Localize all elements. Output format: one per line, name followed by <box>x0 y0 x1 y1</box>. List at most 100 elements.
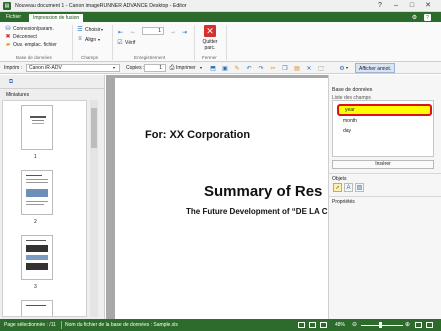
thumbnails-tab-icon[interactable]: ⧉ <box>8 79 14 85</box>
image-icon[interactable]: ▨ <box>355 183 364 192</box>
chevron-down-icon[interactable]: ▾ <box>200 65 202 70</box>
view-single-icon[interactable] <box>298 322 305 328</box>
view-double-icon[interactable] <box>309 322 316 328</box>
zoom-in-icon[interactable]: ⊕ <box>405 321 410 328</box>
divider <box>112 25 113 60</box>
printer-select[interactable]: Canon iR-ADV <box>26 64 120 72</box>
undo-icon[interactable]: ↶ <box>246 65 252 72</box>
field-list[interactable]: year month day <box>332 100 434 157</box>
close-window-button[interactable]: ✕ <box>423 2 433 10</box>
scrollbar-thumb[interactable] <box>91 108 97 148</box>
scissors-icon[interactable]: ✂ <box>270 65 276 72</box>
divider <box>72 25 73 60</box>
document-area: For: XX Corporation Summary of Res The F… <box>106 75 328 319</box>
copy-icon[interactable]: ❐ <box>282 65 288 72</box>
document-subtitle: The Future Development of “DE LA C <box>186 207 328 216</box>
text-icon[interactable]: A <box>344 183 353 192</box>
thumbnail-page-2[interactable] <box>21 170 53 215</box>
fit-page-icon[interactable] <box>415 322 422 328</box>
tab-impression-de-fusion[interactable]: Impression de fusion <box>28 13 85 22</box>
copies-input[interactable]: 1 <box>144 64 166 72</box>
choose-field-icon: ☰ <box>77 26 83 33</box>
thumbnail-table <box>26 263 48 270</box>
edit-icon[interactable]: ✎ <box>234 65 240 72</box>
thumbnail-list[interactable]: 1 2 3 <box>2 100 87 317</box>
help-icon[interactable]: ? <box>424 14 431 21</box>
group-label-close: Fermer <box>202 55 217 60</box>
divider <box>61 321 62 329</box>
chevron-down-icon[interactable]: ▾ <box>101 27 103 32</box>
properties-label: Propriétés <box>332 199 355 205</box>
text-line <box>26 204 44 205</box>
chevron-down-icon[interactable]: ▾ <box>98 37 100 42</box>
print-button[interactable]: Imprimer <box>176 65 196 71</box>
group-label-fields: Champs <box>81 55 99 60</box>
tab-fichier[interactable]: Fichier <box>2 13 25 22</box>
first-record-icon[interactable]: ⇤ <box>118 29 123 36</box>
zoom-out-icon[interactable]: ⊖ <box>352 321 357 328</box>
select-icon[interactable]: ⬚ <box>318 65 324 72</box>
text-line <box>32 120 44 121</box>
verify-button[interactable]: Vérif <box>125 40 135 46</box>
last-record-icon[interactable]: ⇥ <box>182 29 187 36</box>
delete-icon[interactable]: ✕ <box>306 65 312 72</box>
field-item[interactable]: day <box>343 128 351 134</box>
document-page[interactable]: For: XX Corporation Summary of Res The F… <box>115 78 328 319</box>
text-line <box>26 240 46 241</box>
next-record-icon[interactable]: → <box>170 29 176 35</box>
zoom-slider[interactable] <box>361 325 403 326</box>
field-item-highlight[interactable]: year <box>337 104 432 116</box>
text-line <box>26 179 48 180</box>
thumbnail-image <box>26 189 48 197</box>
insert-button[interactable]: Insérer <box>332 160 434 169</box>
text-line <box>26 182 48 183</box>
record-number-input[interactable]: 1 <box>142 27 164 35</box>
fit-width-icon[interactable] <box>426 322 433 328</box>
zoom-level[interactable]: 48% <box>335 322 345 328</box>
choose-field-button[interactable]: Choisir <box>85 27 101 33</box>
thumbnails-title: Miniatures <box>6 92 30 98</box>
divider <box>194 25 195 60</box>
help-button[interactable]: ? <box>375 2 385 10</box>
text-line <box>26 175 42 176</box>
close-icon[interactable]: ✕ <box>204 25 216 37</box>
connect-settings-button[interactable]: Connexion/param. <box>13 26 54 32</box>
disconnect-button[interactable]: Déconnect <box>13 34 37 40</box>
redo-icon[interactable]: ↷ <box>258 65 264 72</box>
save-icon[interactable]: ▣ <box>222 65 228 72</box>
field-item[interactable]: month <box>343 118 357 124</box>
paste-icon[interactable]: ▤ <box>294 65 300 72</box>
open-file-location-button[interactable]: Ouv. emplac. fichier <box>13 42 57 48</box>
chevron-down-icon[interactable]: ▾ <box>346 65 348 70</box>
previous-record-icon[interactable]: ← <box>130 29 136 35</box>
thumbnail-scrollbar[interactable] <box>90 100 98 317</box>
field-item: year <box>345 107 355 113</box>
show-annotations-button[interactable]: Afficher annot. <box>355 63 396 73</box>
open-icon[interactable]: ⬒ <box>210 65 216 72</box>
thumbnail-table <box>26 245 48 252</box>
divider <box>226 25 227 60</box>
minimize-button[interactable]: – <box>391 2 401 10</box>
thumbnail-page-1[interactable] <box>21 105 53 150</box>
align-button[interactable]: Align <box>85 37 96 43</box>
ribbon-tabs: Fichier Impression de fusion ⚙ ? <box>0 12 441 22</box>
text-line <box>30 116 46 118</box>
ribbon: ⛁ Connexion/param. ✖ Déconnect ▰ Ouv. em… <box>0 22 441 62</box>
pointer-icon[interactable]: ➚ <box>333 183 342 192</box>
verify-icon: ☑ <box>117 39 123 46</box>
gear-icon[interactable]: ⚙ <box>411 14 418 21</box>
thumbnail-page-4[interactable] <box>21 300 53 316</box>
window-title: Nouveau document 1 - Canon imageRUNNER A… <box>15 3 187 9</box>
close-merge-button[interactable]: Quitter parc. <box>200 39 220 51</box>
folder-icon: ▰ <box>5 41 11 48</box>
zoom-slider-thumb[interactable] <box>379 322 382 328</box>
thumbnails-pane: ⧉ Miniatures 1 2 3 <box>0 75 105 319</box>
view-fit-icon[interactable] <box>320 322 327 328</box>
chevron-down-icon[interactable]: ▾ <box>113 65 115 70</box>
database-panel: Base de données Liste des champs year mo… <box>328 75 441 319</box>
maximize-button[interactable]: □ <box>407 2 417 10</box>
thumbnail-page-3[interactable] <box>21 235 53 280</box>
settings-icon[interactable]: ⚙ <box>339 65 345 72</box>
connect-icon: ⛁ <box>5 25 11 32</box>
printer-icon: ⎙ <box>169 64 175 71</box>
